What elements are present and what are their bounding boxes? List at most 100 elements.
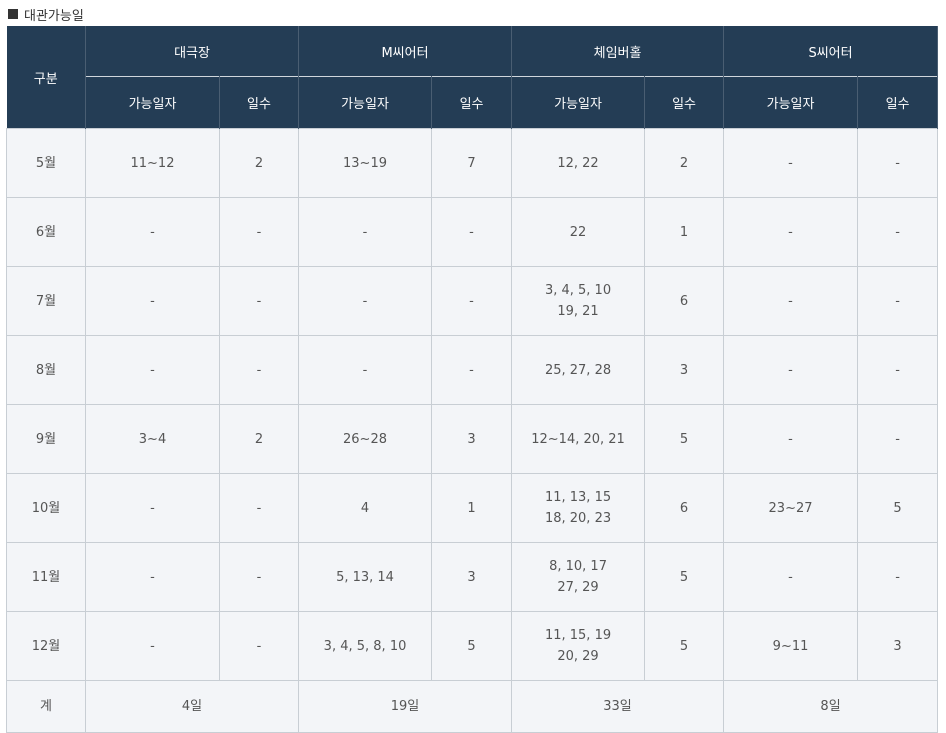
table-row: 6월 - - - - 22 1 - - (6, 197, 939, 267)
days-cell-chamber-hall: 1 (644, 197, 725, 267)
table-body: 5월 11~12 2 13~19 7 12, 22 2- -6월 - - - -22 1- -7월 - - - -… (6, 128, 939, 681)
month-cell: 6월 (6, 197, 86, 267)
date-line: 11~12 (130, 155, 175, 171)
days-cell-s-theater: - (857, 197, 939, 267)
dates-cell-m-theater: - (298, 197, 433, 267)
header-sub-days: 일수 (857, 76, 939, 129)
days-cell-s-theater: 5 (857, 473, 939, 543)
dates-cell-m-theater: 5, 13, 14 (298, 542, 433, 612)
dates-cell-chamber-hall: 11, 15, 19 20, 29 (511, 611, 646, 681)
rental-availability-table: 구분 대극장 M씨어터 체임버홀 S씨어터 가능일자 일수 가능일자 일수 가능… (6, 26, 939, 733)
date-line: 19, 21 (557, 304, 599, 319)
dates-cell-chamber-hall: 8, 10, 17 27, 29 (511, 542, 646, 612)
date-line: - (788, 155, 793, 171)
date-line: 13~19 (343, 155, 387, 171)
days-cell-s-theater: - (857, 128, 939, 198)
dates-cell-chamber-hall: 11, 13, 15 18, 20, 23 (511, 473, 646, 543)
date-line: 27, 29 (557, 580, 599, 595)
days-cell-chamber-hall: 5 (644, 404, 725, 474)
date-line: 11, 15, 19 (544, 628, 612, 643)
days-cell-grand-theater: - (218, 542, 300, 612)
month-cell: 12월 (6, 611, 86, 681)
date-line: - (788, 569, 793, 585)
days-cell-s-theater: - (857, 335, 939, 405)
date-line: - (150, 293, 155, 309)
dates-cell-s-theater: - (723, 128, 859, 198)
table-row: 11월 - - 5, 13, 14 3 8, 10, 17 27, 29 5 - - (6, 542, 939, 612)
dates-cell-grand-theater: 11~12 (85, 128, 220, 198)
header-venue-grand-theater: 대극장 (84, 26, 300, 77)
dates-cell-grand-theater: - (85, 473, 220, 543)
header-sub-days: 일수 (431, 76, 513, 129)
days-cell-m-theater: 5 (431, 611, 513, 681)
dates-cell-s-theater: - (723, 197, 859, 267)
dates-cell-m-theater: 26~28 (298, 404, 433, 474)
days-cell-grand-theater: 2 (218, 128, 300, 198)
header-sub-date: 가능일자 (298, 76, 433, 129)
days-cell-s-theater: - (857, 404, 939, 474)
days-cell-s-theater: - (857, 542, 939, 612)
date-line: 12~14, 20, 21 (531, 431, 625, 447)
days-cell-grand-theater: - (218, 611, 300, 681)
table-row: 10월 - - 4 1 11, 13, 15 18, 20, 23 6 23~27 5 (6, 473, 939, 543)
month-cell: 9월 (6, 404, 86, 474)
days-cell-s-theater: - (857, 266, 939, 336)
dates-cell-m-theater: 3, 4, 5, 8, 10 (298, 611, 433, 681)
table-row: 9월 3~4 2 26~28 3 12~14, 20, 21 5 - - (6, 404, 939, 474)
square-bullet-icon (8, 9, 18, 19)
date-line: 26~28 (343, 431, 387, 447)
days-cell-grand-theater: 2 (218, 404, 300, 474)
dates-cell-chamber-hall: 12~14, 20, 21 (511, 404, 646, 474)
section-title-text: 대관가능일 (24, 8, 84, 24)
days-cell-chamber-hall: 3 (644, 335, 725, 405)
days-cell-m-theater: - (431, 335, 513, 405)
header-sub-date: 가능일자 (85, 76, 220, 129)
date-line: 5, 13, 14 (336, 569, 394, 585)
dates-cell-grand-theater: - (85, 266, 220, 336)
date-line: - (150, 362, 155, 378)
days-cell-chamber-hall: 6 (644, 266, 725, 336)
dates-cell-m-theater: - (298, 266, 433, 336)
date-line: - (150, 224, 155, 240)
date-line: 3, 4, 5, 10 (544, 283, 612, 298)
date-line: - (362, 362, 368, 378)
dates-cell-grand-theater: - (85, 197, 220, 267)
dates-cell-grand-theater: - (85, 611, 220, 681)
section-title: 대관가능일 (8, 4, 84, 24)
days-cell-chamber-hall: 2 (644, 128, 725, 198)
date-line: 3, 4, 5, 8, 10 (323, 638, 407, 654)
table-row: 7월 - - - - 3, 4, 5, 10 19, 21 6 - - (6, 266, 939, 336)
days-cell-grand-theater: - (218, 266, 300, 336)
days-cell-m-theater: 7 (431, 128, 513, 198)
dates-cell-s-theater: 9~11 (723, 611, 859, 681)
header-sub-days: 일수 (218, 76, 300, 129)
table-row: 12월 - - 3, 4, 5, 8, 10 5 11, 15, 19 20, 29 5 9~1… (6, 611, 939, 681)
days-cell-m-theater: 3 (431, 404, 513, 474)
date-line: - (788, 362, 793, 378)
date-line: 8, 10, 17 (549, 559, 607, 574)
header-category: 구분 (6, 26, 86, 129)
date-line: 12, 22 (557, 155, 599, 171)
month-cell: 10월 (6, 473, 86, 543)
dates-cell-chamber-hall: 25, 27, 28 (511, 335, 646, 405)
header-venue-chamber-hall: 체임버홀 (511, 26, 725, 77)
date-line: 25, 27, 28 (544, 362, 612, 378)
date-line: - (150, 569, 155, 585)
dates-cell-chamber-hall: 22 (511, 197, 646, 267)
date-line: - (788, 224, 793, 240)
date-line: - (362, 224, 368, 240)
days-cell-m-theater: 3 (431, 542, 513, 612)
table-row: 8월 - - - - 25, 27, 28 3 - - (6, 335, 939, 405)
dates-cell-m-theater: 13~19 (298, 128, 433, 198)
date-line: 11, 13, 15 (544, 490, 612, 505)
month-cell: 7월 (6, 266, 86, 336)
header-venue-s-theater: S씨어터 (723, 26, 939, 77)
date-line: - (788, 431, 793, 447)
date-line: 23~27 (768, 500, 813, 516)
month-cell: 5월 (6, 128, 86, 198)
days-cell-s-theater: 3 (857, 611, 939, 681)
date-line: - (150, 500, 155, 516)
date-line: 20, 29 (557, 649, 599, 664)
dates-cell-s-theater: 23~27 (723, 473, 859, 543)
date-line: 3~4 (138, 431, 167, 447)
